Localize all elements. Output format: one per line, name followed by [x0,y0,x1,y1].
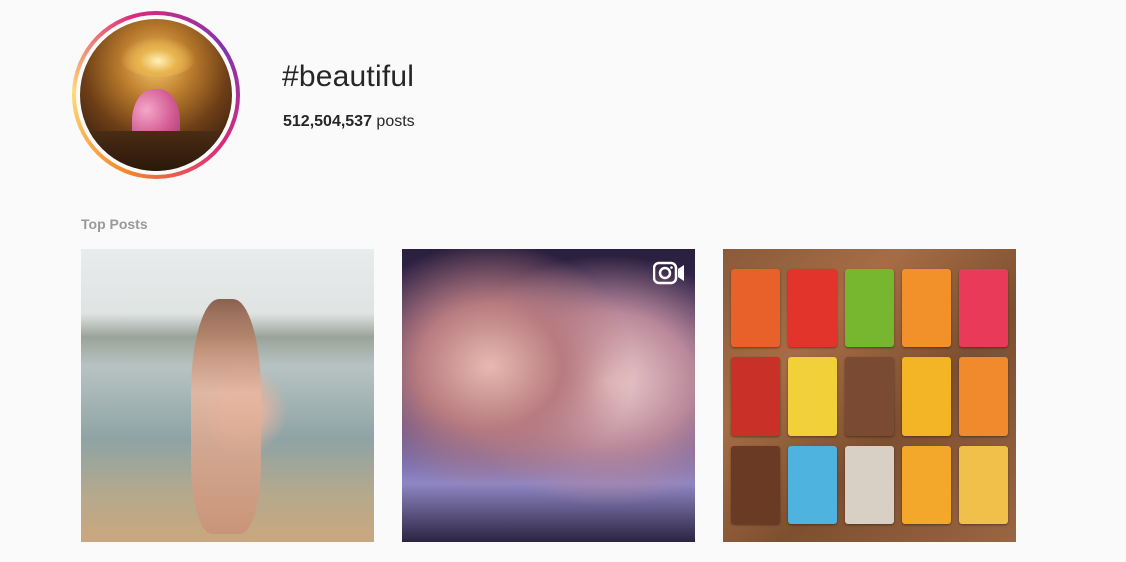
top-posts-heading: Top Posts [81,216,148,232]
video-camera-icon [653,261,684,285]
product-pack [788,357,837,436]
product-pack [731,357,780,436]
product-pack-grid [731,269,1008,524]
product-pack [731,445,780,524]
product-pack [845,445,894,524]
product-pack [959,357,1008,436]
product-pack [788,445,837,524]
product-pack [845,269,894,348]
page-title: #beautiful [282,60,415,93]
hashtag-avatar [72,11,240,179]
product-pack [731,269,780,348]
avatar-image [80,19,232,171]
product-pack [959,269,1008,348]
top-post-2[interactable] [402,249,695,542]
product-pack [902,269,951,348]
hashtag-page: #beautiful 512,504,537 posts Top Posts [0,0,1126,562]
top-post-1[interactable] [81,249,374,542]
top-post-3[interactable] [723,249,1016,542]
product-pack [959,445,1008,524]
product-pack [845,357,894,436]
post-count-number: 512,504,537 [283,113,372,130]
post-count: 512,504,537 posts [283,113,415,131]
post-count-suffix: posts [371,113,415,130]
product-pack [788,269,837,348]
product-pack [902,357,951,436]
product-pack [902,445,951,524]
